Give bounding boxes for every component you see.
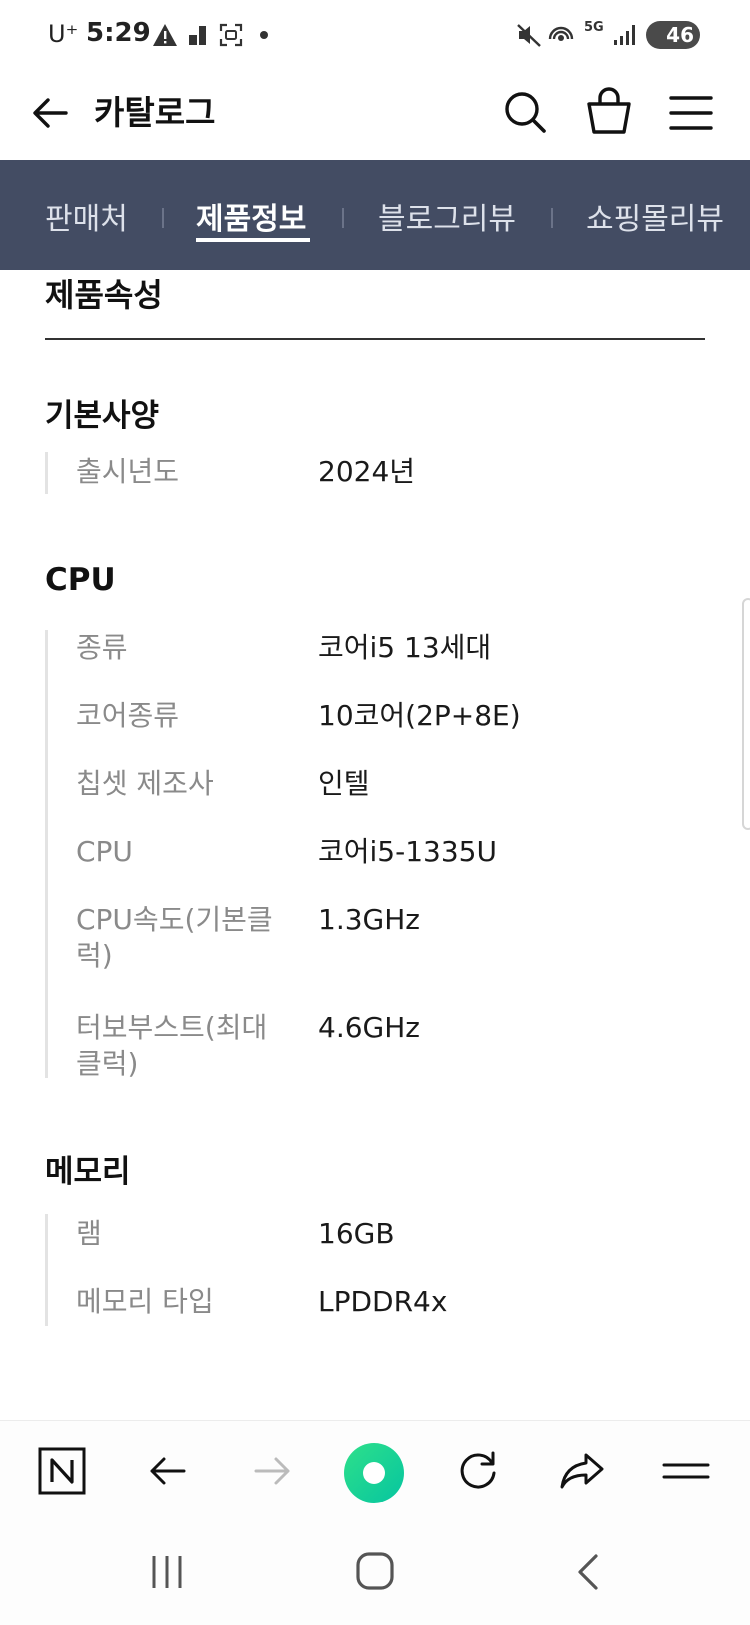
forward-arrow-icon[interactable]	[246, 1445, 298, 1497]
spec-label: 종류	[76, 631, 128, 664]
back-icon[interactable]	[564, 1550, 614, 1594]
app-header: 카탈로그	[0, 72, 750, 160]
tab-bar: 판매처 제품정보 블로그리뷰 쇼핑몰리뷰	[0, 160, 750, 270]
page-title: 카탈로그	[94, 93, 216, 132]
naver-n-icon[interactable]	[36, 1445, 88, 1497]
spec-label: 터보부스트(최대클럭)	[76, 1011, 268, 1080]
tab-blog-reviews[interactable]: 블로그리뷰	[378, 194, 516, 238]
tab-divider	[162, 208, 164, 228]
data-saver-icon	[189, 26, 206, 45]
system-navigation-bar	[0, 1520, 750, 1625]
refresh-icon[interactable]	[452, 1445, 504, 1497]
tab-divider	[342, 208, 344, 228]
carrier-label: U⁺	[48, 20, 79, 48]
spec-value: 1.3GHz	[318, 903, 420, 936]
browser-toolbar	[0, 1420, 750, 1520]
section-page-title: 제품속성	[45, 276, 163, 314]
wifi-calling-icon	[548, 26, 574, 41]
active-tab-indicator	[196, 238, 310, 242]
spec-value: 코어i5-1335U	[318, 835, 497, 868]
tab-divider	[551, 208, 553, 228]
section-heading-cpu: CPU	[45, 562, 116, 598]
tab-mall-reviews[interactable]: 쇼핑몰리뷰	[586, 194, 724, 238]
menu-icon[interactable]	[660, 1445, 712, 1497]
spec-label: 메모리 타입	[76, 1285, 214, 1318]
spec-value: 2024년	[318, 455, 416, 488]
battery-indicator: 46	[646, 21, 700, 49]
spec-value: LPDDR4x	[318, 1285, 448, 1318]
shopping-bag-icon[interactable]	[584, 84, 634, 140]
signal-icon	[614, 25, 635, 45]
clock: 5:29	[86, 18, 151, 48]
share-icon[interactable]	[556, 1445, 608, 1497]
section-heading-basic: 기본사양	[45, 398, 160, 434]
tab-product-info[interactable]: 제품정보	[196, 194, 306, 238]
spec-group-basic: 출시년도 2024년	[45, 452, 705, 494]
recent-apps-icon[interactable]	[142, 1550, 192, 1594]
spec-group-memory: 램 16GB 메모리 타입 LPDDR4x	[45, 1214, 705, 1326]
network-type: 5G	[584, 20, 604, 35]
edge-panel-handle[interactable]	[742, 598, 750, 830]
green-home-icon[interactable]	[344, 1443, 404, 1503]
back-arrow-icon[interactable]	[142, 1445, 194, 1497]
search-icon[interactable]	[500, 84, 550, 140]
spec-value: 4.6GHz	[318, 1011, 420, 1044]
spec-value: 10코어(2P+8E)	[318, 699, 521, 732]
spec-group-cpu: 종류 코어i5 13세대 코어종류 10코어(2P+8E) 칩셋 제조사 인텔 …	[45, 630, 705, 1080]
mute-icon	[517, 24, 541, 47]
spec-label: CPU속도(기본클럭)	[76, 903, 273, 972]
arrow-left-icon[interactable]	[26, 88, 76, 138]
product-attributes: 제품속성 기본사양 출시년도 2024년 CPU 종류 코어i5 13세대 코어…	[0, 270, 750, 1420]
home-icon[interactable]	[350, 1550, 400, 1594]
spec-label: CPU	[76, 835, 133, 868]
spec-label: 코어종류	[76, 699, 180, 732]
warning-icon	[153, 24, 177, 46]
battery-level: 46	[666, 23, 694, 47]
divider	[45, 338, 705, 340]
status-bar: U⁺ 5:29 5G 46	[0, 0, 750, 72]
hamburger-menu-icon[interactable]	[666, 84, 716, 140]
spec-value: 인텔	[318, 767, 370, 800]
section-heading-memory: 메모리	[45, 1154, 131, 1190]
spec-label: 칩셋 제조사	[76, 767, 214, 800]
spec-label: 램	[76, 1217, 102, 1250]
tab-sellers[interactable]: 판매처	[45, 194, 128, 238]
spec-value: 코어i5 13세대	[318, 631, 492, 664]
screenshot-icon	[219, 23, 243, 47]
notification-dot-icon	[260, 31, 268, 39]
spec-label: 출시년도	[76, 455, 180, 488]
spec-value: 16GB	[318, 1217, 395, 1250]
